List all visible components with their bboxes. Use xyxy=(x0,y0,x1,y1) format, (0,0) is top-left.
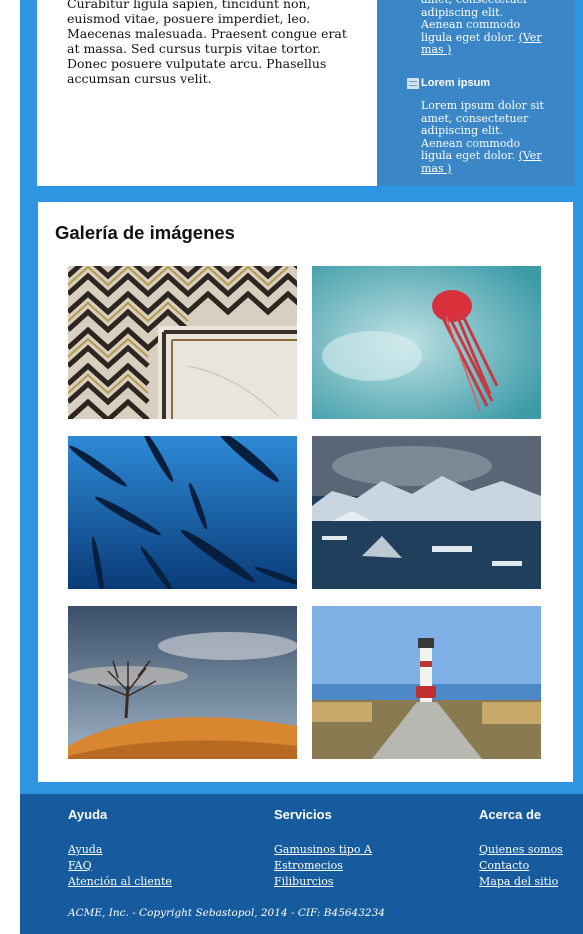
sidebar-item-text: Lorem ipsum dolor sit amet, consectetuer… xyxy=(421,99,544,175)
gallery-title: Galería de imágenes xyxy=(55,222,235,243)
footer-column-servicios: Servicios Gamusinos tipo A Estromecios F… xyxy=(274,807,372,890)
footer-column-title: Ayuda xyxy=(68,807,108,822)
marble-inlay-image[interactable] xyxy=(68,266,297,419)
copyright-text: ACME, Inc. - Copyright Sebastopol, 2014 … xyxy=(68,907,385,919)
footer-link[interactable]: Mapa del sitio xyxy=(479,875,558,888)
sidebar-item-text: amet, consectetuer adipiscing elit. Aene… xyxy=(421,0,542,56)
article-paragraph: Curabitur ligula sapien, tincidunt non, … xyxy=(67,0,347,86)
footer-link[interactable]: Gamusinos tipo A xyxy=(274,843,372,856)
footer-column-ayuda: Ayuda Ayuda FAQ Atención al cliente xyxy=(68,807,172,890)
sidebar-item-heading: Lorem ipsum xyxy=(407,77,490,89)
image-gallery: Galería de imágenes xyxy=(38,202,573,782)
footer-column-title: Acerca de xyxy=(479,807,542,822)
fish-school-image[interactable] xyxy=(68,436,297,589)
footer-link[interactable]: Atención al cliente xyxy=(68,875,172,888)
main-content: Curabitur ligula sapien, tincidunt non, … xyxy=(37,0,377,186)
icebergs-image[interactable] xyxy=(312,436,541,589)
footer-link[interactable]: Filiburcios xyxy=(274,875,334,888)
footer-link[interactable]: Estromecios xyxy=(274,859,343,872)
jellyfish-image[interactable] xyxy=(312,266,541,419)
lone-tree-image[interactable] xyxy=(68,606,297,759)
document-icon xyxy=(407,77,419,89)
footer-link[interactable]: FAQ xyxy=(68,859,92,872)
lighthouse-road-image[interactable] xyxy=(312,606,541,759)
footer-link[interactable]: Quienes somos xyxy=(479,843,563,856)
footer-column-title: Servicios xyxy=(274,807,332,822)
footer: Ayuda Ayuda FAQ Atención al cliente Serv… xyxy=(20,794,583,934)
footer-link[interactable]: Contacto xyxy=(479,859,529,872)
sidebar: amet, consectetuer adipiscing elit. Aene… xyxy=(377,0,575,186)
footer-link[interactable]: Ayuda xyxy=(68,843,102,856)
footer-column-acerca-de: Acerca de Quienes somos Contacto Mapa de… xyxy=(479,807,563,890)
